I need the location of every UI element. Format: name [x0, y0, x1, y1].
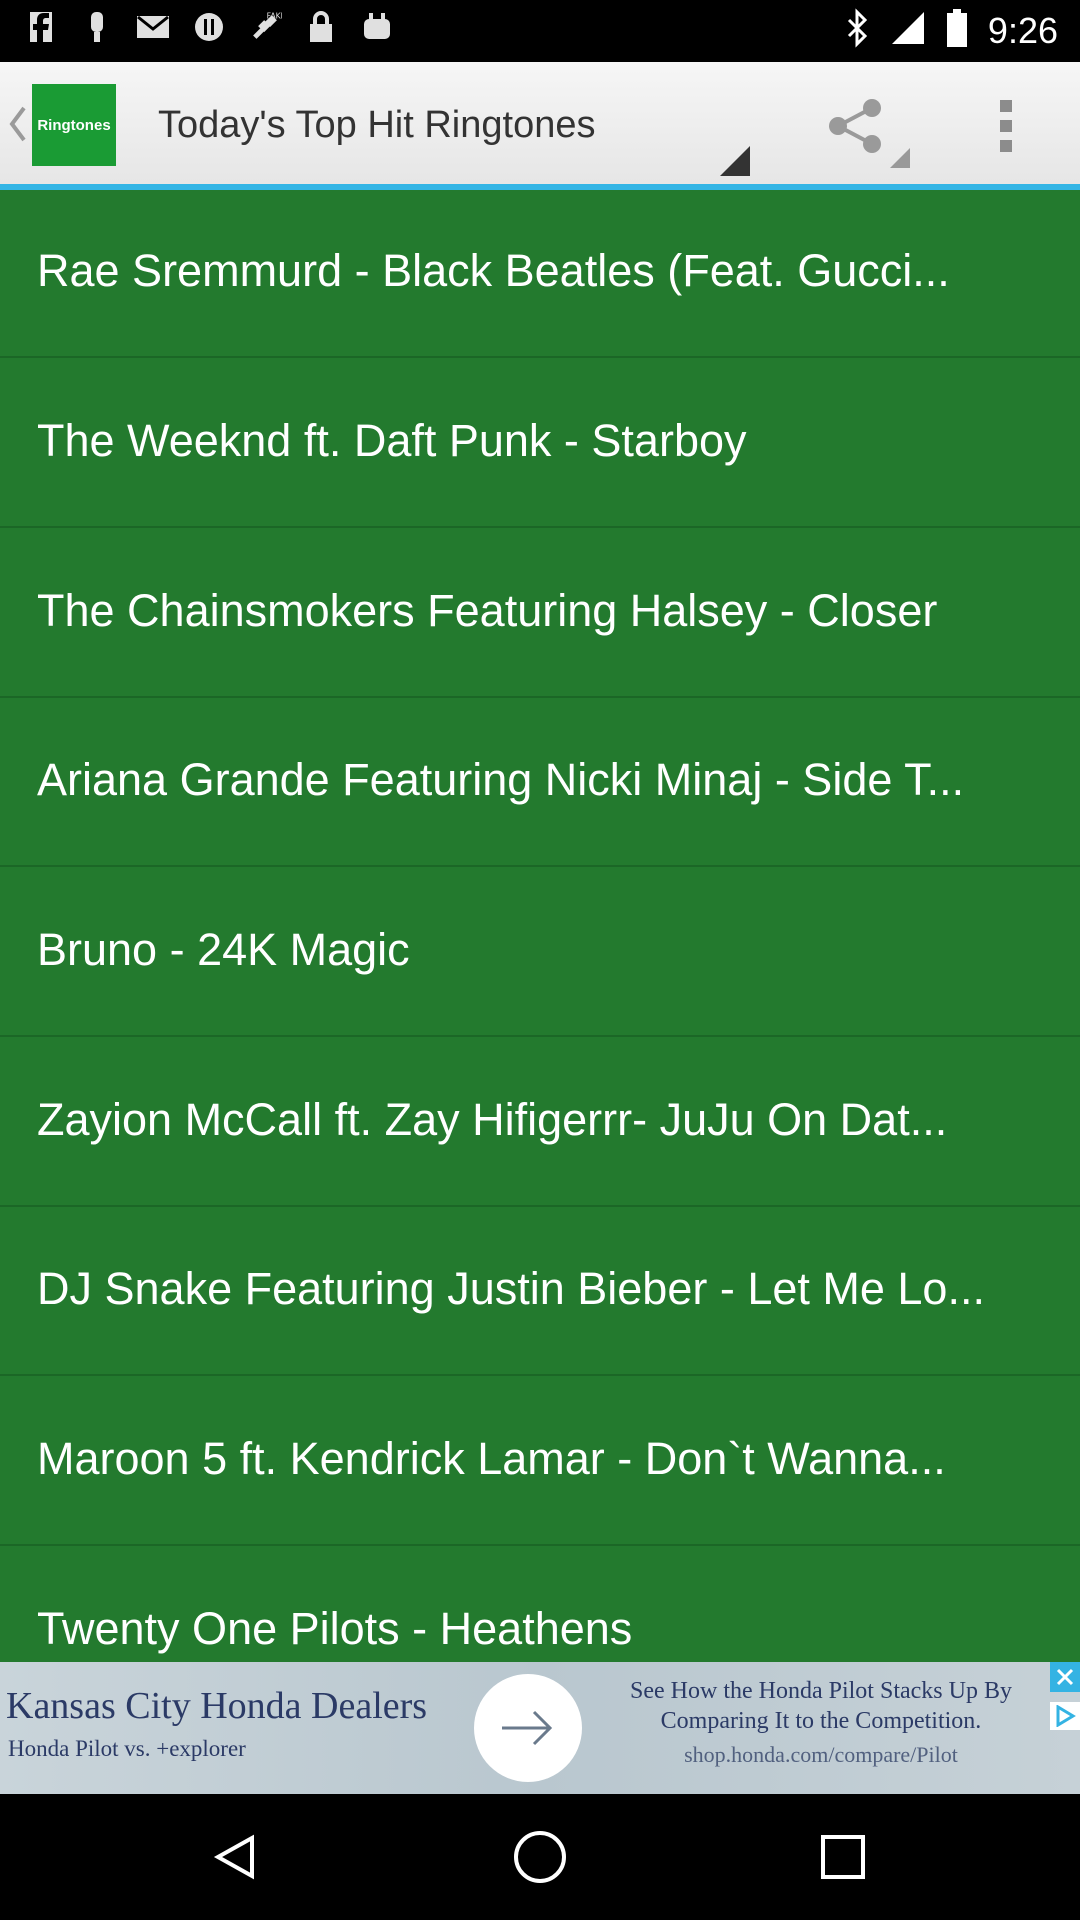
battery-icon [946, 9, 968, 52]
status-bar: FAKE 9:26 [0, 0, 1080, 62]
back-icon [213, 1834, 254, 1880]
arrow-right-icon [502, 1710, 553, 1746]
list-item-label: Zayion McCall ft. Zay Hifigerrr- JuJu On… [37, 1094, 948, 1145]
list-item[interactable]: Bruno - 24K Magic [0, 869, 1080, 1037]
list-item-label: Bruno - 24K Magic [37, 924, 410, 975]
list-item[interactable]: Twenty One Pilots - Heathens [0, 1548, 1080, 1662]
signal-icon [890, 10, 926, 51]
ad-subline: Honda Pilot vs. +explorer [8, 1736, 246, 1761]
overflow-menu-button[interactable] [976, 84, 1036, 168]
page-title: Today's Top Hit Ringtones [158, 104, 596, 146]
ad-close-button[interactable] [1050, 1662, 1080, 1692]
gmail-icon [136, 10, 170, 44]
list-item-label: Twenty One Pilots - Heathens [37, 1603, 633, 1654]
list-item[interactable]: The Weeknd ft. Daft Punk - Starboy [0, 360, 1080, 528]
status-time: 9:26 [987, 9, 1058, 51]
android-icon [360, 10, 394, 44]
ad-banner[interactable]: Kansas City Honda Dealers Honda Pilot vs… [0, 1662, 1080, 1794]
list-item-label: The Weeknd ft. Daft Punk - Starboy [37, 415, 747, 466]
title-spinner[interactable]: Today's Top Hit Ringtones [140, 72, 760, 176]
list-item[interactable]: Ariana Grande Featuring Nicki Minaj - Si… [0, 699, 1080, 867]
back-chevron-icon[interactable] [6, 100, 30, 148]
ad-arrow-button[interactable] [474, 1674, 582, 1782]
spinner-indicator-icon [720, 146, 750, 176]
list-item-label: The Chainsmokers Featuring Halsey - Clos… [37, 585, 938, 636]
app-icon-label: Ringtones [37, 116, 111, 134]
overflow-dot-icon [1000, 120, 1012, 132]
notification-icon [80, 10, 114, 44]
list-item[interactable]: Maroon 5 ft. Kendrick Lamar - Don`t Wann… [0, 1378, 1080, 1546]
share-icon [829, 99, 881, 153]
nav-recents-button[interactable] [808, 1822, 878, 1892]
ad-description-text: See How the Honda Pilot Stacks Up By Com… [630, 1678, 1012, 1734]
facebook-icon [24, 10, 58, 44]
ad-description: See How the Honda Pilot Stacks Up By Com… [596, 1676, 1046, 1770]
nav-home-button[interactable] [505, 1822, 575, 1892]
ad-choices-button[interactable] [1050, 1702, 1080, 1730]
lock-icon [304, 10, 338, 44]
navigation-bar [0, 1794, 1080, 1920]
share-dropdown-indicator-icon [890, 148, 910, 168]
ringtone-list[interactable]: Rae Sremmurd - Black Beatles (Feat. Gucc… [0, 190, 1080, 1662]
overflow-dot-icon [1000, 140, 1012, 152]
action-bar: Ringtones Today's Top Hit Ringtones [0, 62, 1080, 184]
list-item-label: Ariana Grande Featuring Nicki Minaj - Si… [37, 754, 965, 805]
status-system: 9:26 [846, 8, 1058, 53]
nav-back-button[interactable] [200, 1822, 270, 1892]
list-item-label: Maroon 5 ft. Kendrick Lamar - Don`t Wann… [37, 1433, 946, 1484]
app-icon[interactable]: Ringtones [32, 84, 116, 166]
ad-url: shop.honda.com/compare/Pilot [684, 1742, 958, 1767]
list-item[interactable]: Zayion McCall ft. Zay Hifigerrr- JuJu On… [0, 1039, 1080, 1207]
share-button[interactable] [820, 84, 910, 168]
fake-gps-icon: FAKE [248, 10, 282, 44]
bluetooth-icon [846, 8, 870, 53]
ad-headline: Kansas City Honda Dealers [6, 1685, 428, 1727]
list-item[interactable]: Rae Sremmurd - Black Beatles (Feat. Gucc… [0, 190, 1080, 358]
recents-icon [821, 1835, 865, 1879]
close-icon [1056, 1668, 1074, 1686]
sync-icon [192, 10, 226, 44]
list-item-label: DJ Snake Featuring Justin Bieber - Let M… [37, 1263, 985, 1314]
list-item-label: Rae Sremmurd - Black Beatles (Feat. Gucc… [37, 245, 950, 296]
status-notifications: FAKE [24, 10, 394, 44]
ad-choices-icon [1056, 1705, 1076, 1727]
overflow-dot-icon [1000, 100, 1012, 112]
svg-text:FAKE: FAKE [267, 12, 282, 21]
home-icon [514, 1831, 566, 1883]
list-item[interactable]: The Chainsmokers Featuring Halsey - Clos… [0, 530, 1080, 698]
list-item[interactable]: DJ Snake Featuring Justin Bieber - Let M… [0, 1208, 1080, 1376]
